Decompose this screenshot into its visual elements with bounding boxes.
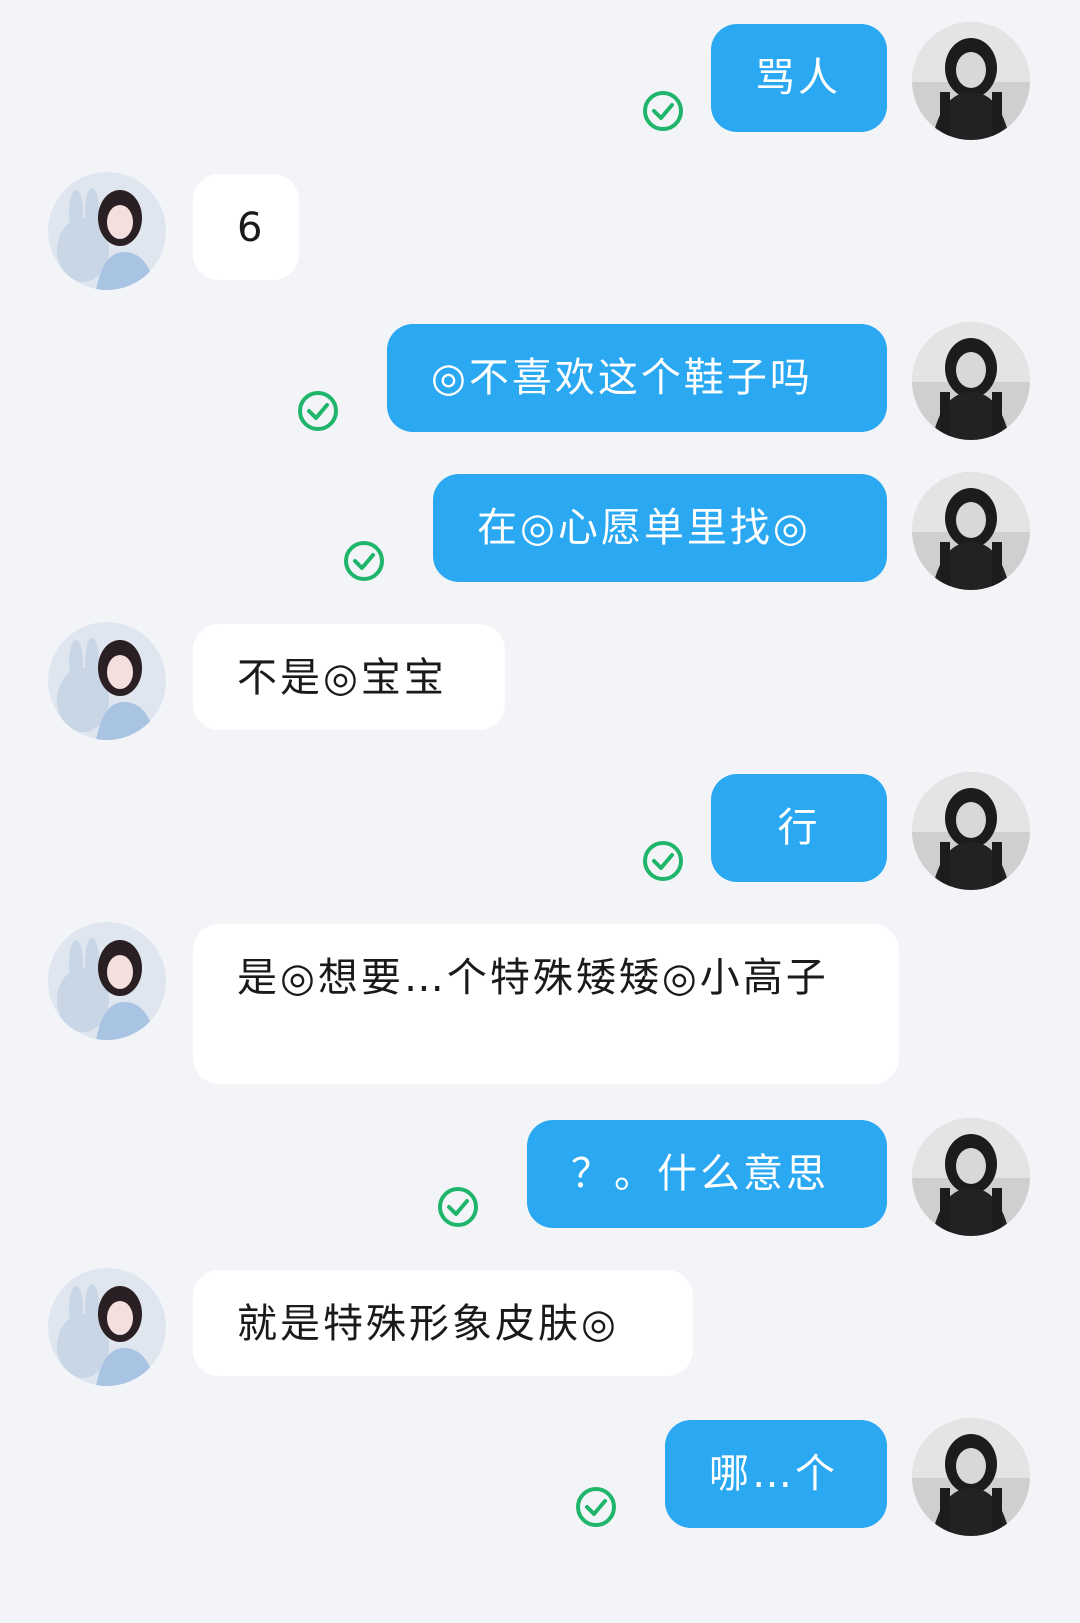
- message-bubble[interactable]: 就是特殊形象皮肤◎: [193, 1270, 693, 1376]
- message-text: 6: [237, 205, 266, 251]
- message-text: 是◎想要…个特殊矮矮◎小高子: [237, 955, 829, 1001]
- message-bubble[interactable]: 不是◎宝宝: [193, 624, 505, 730]
- message-row-outgoing: 行: [0, 772, 1080, 890]
- my-avatar[interactable]: [912, 22, 1030, 140]
- my-avatar[interactable]: [912, 1418, 1030, 1536]
- message-bubble[interactable]: 骂人: [711, 24, 887, 132]
- message-bubble[interactable]: ？。什么意思: [527, 1120, 887, 1228]
- message-text: 在◎心愿单里找◎: [477, 505, 811, 551]
- message-bubble[interactable]: 行: [711, 774, 887, 882]
- message-text: 不是◎宝宝: [237, 655, 447, 701]
- message-row-outgoing: 在◎心愿单里找◎: [0, 472, 1080, 590]
- message-text: 就是特殊形象皮肤◎: [237, 1301, 619, 1347]
- message-row-incoming: 是◎想要…个特殊矮矮◎小高子: [0, 922, 1080, 1084]
- message-text: ◎不喜欢这个鞋子吗: [431, 355, 813, 401]
- read-check-icon: [343, 540, 385, 582]
- message-row-outgoing: 骂人: [0, 22, 1080, 140]
- message-text: ？。什么意思: [571, 1151, 829, 1197]
- contact-avatar[interactable]: [48, 622, 166, 740]
- my-avatar[interactable]: [912, 772, 1030, 890]
- read-check-icon: [575, 1486, 617, 1528]
- message-bubble[interactable]: 哪…个: [665, 1420, 887, 1528]
- message-row-outgoing: 哪…个: [0, 1418, 1080, 1536]
- message-bubble[interactable]: 6: [193, 174, 299, 280]
- contact-avatar[interactable]: [48, 172, 166, 290]
- message-bubble[interactable]: 在◎心愿单里找◎: [433, 474, 887, 582]
- my-avatar[interactable]: [912, 322, 1030, 440]
- message-text: 骂人: [755, 55, 841, 101]
- read-check-icon: [642, 840, 684, 882]
- message-text: 哪…个: [709, 1451, 838, 1497]
- message-row-outgoing: ◎不喜欢这个鞋子吗: [0, 322, 1080, 440]
- message-text: 行: [777, 805, 821, 851]
- message-bubble[interactable]: 是◎想要…个特殊矮矮◎小高子: [193, 924, 899, 1084]
- message-row-incoming: 就是特殊形象皮肤◎: [0, 1268, 1080, 1386]
- read-check-icon: [642, 90, 684, 132]
- contact-avatar[interactable]: [48, 922, 166, 1040]
- read-check-icon: [437, 1186, 479, 1228]
- read-check-icon: [297, 390, 339, 432]
- message-bubble[interactable]: ◎不喜欢这个鞋子吗: [387, 324, 887, 432]
- message-row-incoming: 不是◎宝宝: [0, 622, 1080, 740]
- my-avatar[interactable]: [912, 1118, 1030, 1236]
- my-avatar[interactable]: [912, 472, 1030, 590]
- message-row-outgoing: ？。什么意思: [0, 1118, 1080, 1236]
- contact-avatar[interactable]: [48, 1268, 166, 1386]
- message-row-incoming: 6: [0, 172, 1080, 290]
